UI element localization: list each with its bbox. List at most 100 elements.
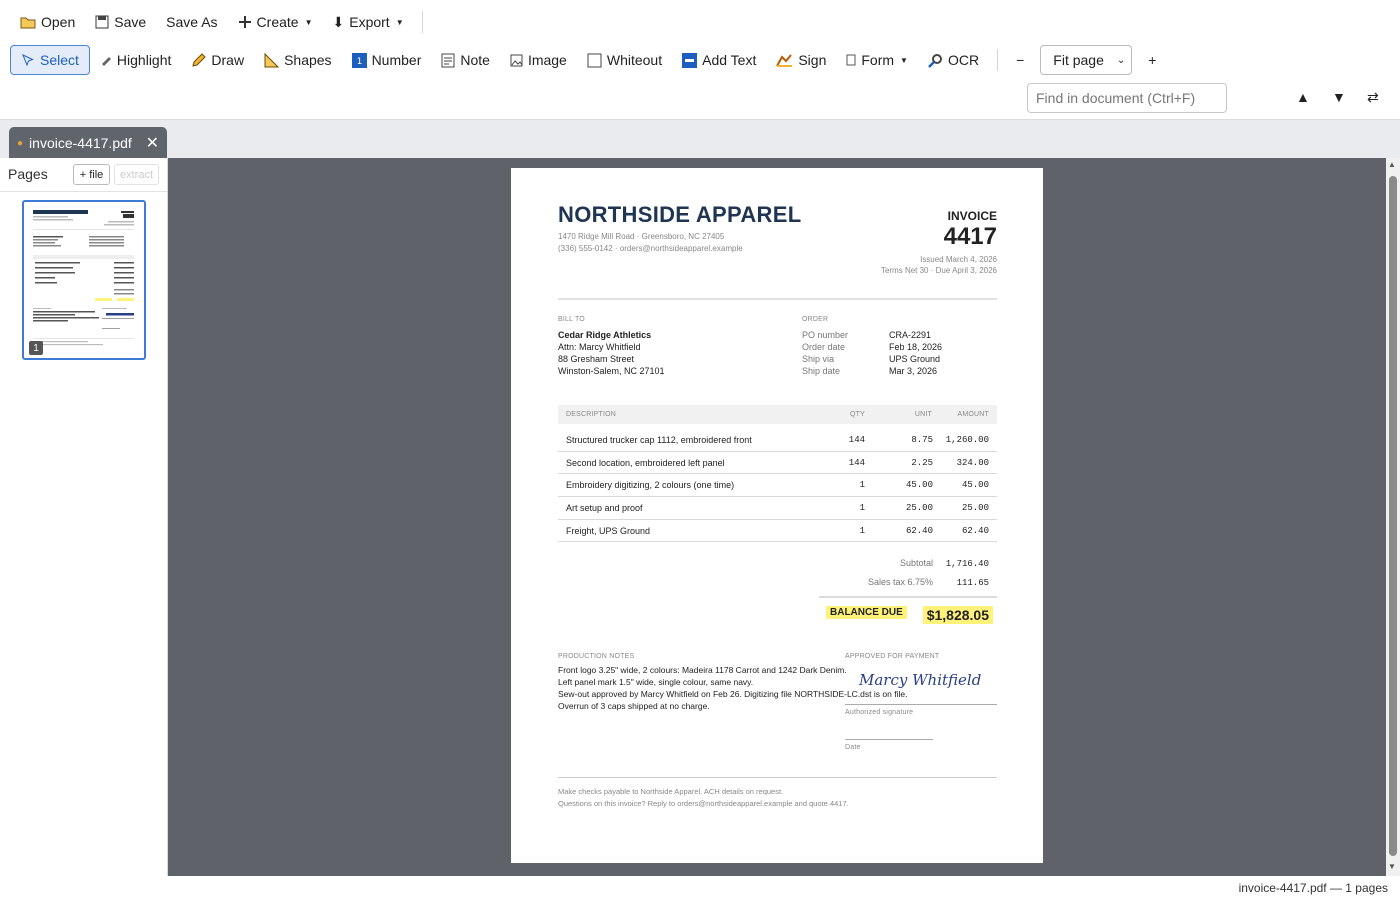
swap-icon[interactable]: ⇄ (1367, 89, 1379, 106)
form-menu-button[interactable]: Form ▼ (836, 46, 918, 74)
line-description: Freight, UPS Ground (566, 526, 651, 536)
scrollbar-thumb[interactable] (1389, 176, 1397, 856)
find-previous-button[interactable]: ▲ (1296, 89, 1310, 105)
footer-questions-note: Questions on this invoice? Reply to orde… (558, 799, 849, 808)
scroll-up-icon[interactable]: ▲ (1388, 160, 1396, 169)
column-header: AMOUNT (957, 411, 989, 418)
header-rule (558, 298, 997, 300)
line-unit: 45.00 (905, 480, 933, 490)
line-amount: 62.40 (961, 526, 989, 536)
sign-label: Sign (798, 52, 827, 68)
add-text-tool-button[interactable]: Add Text (672, 46, 766, 74)
document-tab[interactable]: ● invoice-4417.pdf ✕ (9, 127, 167, 159)
shapes-tool-button[interactable]: Shapes (254, 46, 341, 74)
company-name: NORTHSIDE APPAREL (558, 202, 802, 227)
select-tool-button[interactable]: Select (10, 45, 90, 75)
order-key: Ship date (802, 366, 841, 376)
bill-to-line: Cedar Ridge Athletics (558, 330, 652, 340)
production-note: Front logo 3.25" wide, 2 colours: Madeir… (558, 665, 847, 675)
production-note: Left panel mark 1.5" wide, single colour… (558, 677, 754, 687)
open-button[interactable]: Open (10, 8, 85, 36)
balance-due-label: BALANCE DUE (826, 606, 907, 619)
file-toolbar: Open Save Save As Create ▼ ⬇ Export ▼ (10, 8, 431, 36)
line-description: Structured trucker cap 1112, embroidered… (566, 435, 752, 445)
save-button[interactable]: Save (85, 8, 156, 36)
ocr-tool-button[interactable]: OCR (918, 46, 989, 74)
bill-to-line: 88 Gresham Street (558, 354, 635, 364)
order-key: PO number (802, 330, 849, 340)
note-tool-button[interactable]: Note (431, 46, 500, 74)
extract-button[interactable]: extract (114, 164, 159, 185)
image-label: Image (527, 52, 567, 68)
find-next-button[interactable]: ▼ (1332, 89, 1346, 105)
highlight-icon (100, 54, 112, 66)
line-qty: 144 (848, 458, 865, 468)
whiteout-label: Whiteout (606, 52, 663, 68)
number-tool-button[interactable]: 1 Number (342, 46, 432, 74)
pdf-page[interactable]: NORTHSIDE APPAREL 1470 Ridge Mill Road ·… (511, 168, 1043, 863)
status-bar: invoice-4417.pdf — 1 pages (0, 876, 1400, 900)
add-text-icon (682, 52, 698, 68)
order-label: ORDER (802, 316, 829, 323)
document-tab-bar: ● invoice-4417.pdf ✕ (0, 119, 1400, 159)
scroll-down-icon[interactable]: ▼ (1388, 862, 1396, 871)
form-icon (846, 54, 856, 66)
order-value: CRA-2291 (889, 330, 932, 340)
pages-sidebar: Pages + file extract 1 (0, 158, 168, 876)
pages-title: Pages (8, 166, 48, 182)
save-label: Save (114, 14, 147, 30)
date-line (845, 739, 933, 740)
image-icon (510, 54, 523, 67)
add-file-button[interactable]: + file (73, 164, 110, 185)
note-label: Note (460, 52, 490, 68)
payment-terms: Terms Net 30 · Due April 3, 2026 (880, 266, 997, 275)
zoom-out-button[interactable]: − (1006, 46, 1034, 74)
export-menu-button[interactable]: ⬇ Export ▼ (323, 8, 414, 36)
number-label: Number (371, 52, 422, 68)
line-unit: 8.75 (911, 435, 933, 445)
shapes-icon (264, 52, 280, 68)
whiteout-tool-button[interactable]: Whiteout (577, 46, 672, 74)
issued-date: Issued March 4, 2026 (920, 255, 997, 264)
signature: Marcy Whitfield (859, 671, 982, 689)
toolbar-divider (421, 11, 423, 33)
line-unit: 62.40 (905, 526, 933, 536)
sign-tool-button[interactable]: Sign (766, 46, 836, 74)
search-input[interactable] (1027, 83, 1227, 113)
invoice-number: 4417 (943, 223, 997, 250)
sign-icon (776, 53, 793, 68)
line-amount: 324.00 (956, 458, 989, 468)
zoom-select[interactable]: Fit page ⌄ (1040, 45, 1133, 75)
unsaved-dot-icon: ● (17, 137, 24, 149)
order-key: Order date (802, 342, 846, 352)
vertical-scrollbar[interactable]: ▲ ▼ (1386, 158, 1400, 876)
order-value: Feb 18, 2026 (889, 342, 943, 352)
footer-payment-note: Make checks payable to Northside Apparel… (558, 787, 784, 796)
close-icon[interactable]: ✕ (146, 133, 159, 153)
production-note: Overrun of 3 caps shipped at no charge. (558, 701, 710, 711)
line-qty: 1 (859, 480, 865, 490)
draw-tool-button[interactable]: Draw (181, 46, 254, 74)
bill-to-line: Winston-Salem, NC 27101 (558, 366, 665, 376)
svg-text:1: 1 (356, 57, 362, 67)
status-text: invoice-4417.pdf — 1 pages (1238, 881, 1388, 895)
sales-tax-label: Sales tax 6.75% (867, 577, 933, 587)
form-label: Form (861, 52, 895, 68)
approved-for-payment-label: APPROVED FOR PAYMENT (845, 653, 940, 660)
zoom-in-button[interactable]: + (1138, 46, 1166, 74)
highlight-label: Highlight (116, 52, 172, 68)
divider (0, 191, 167, 192)
row-rule (558, 541, 997, 542)
line-amount: 45.00 (961, 480, 989, 490)
image-tool-button[interactable]: Image (500, 46, 577, 74)
create-menu-button[interactable]: Create ▼ (228, 8, 323, 36)
chevron-down-icon: ▼ (900, 55, 908, 65)
page-thumbnail[interactable]: 1 (22, 200, 146, 360)
highlight-tool-button[interactable]: Highlight (90, 46, 181, 74)
save-as-button[interactable]: Save As (156, 8, 227, 36)
pencil-icon (191, 52, 207, 68)
chevron-down-icon: ▼ (304, 17, 313, 27)
line-amount: 25.00 (961, 503, 989, 513)
row-rule (558, 451, 997, 452)
save-icon (95, 15, 109, 29)
